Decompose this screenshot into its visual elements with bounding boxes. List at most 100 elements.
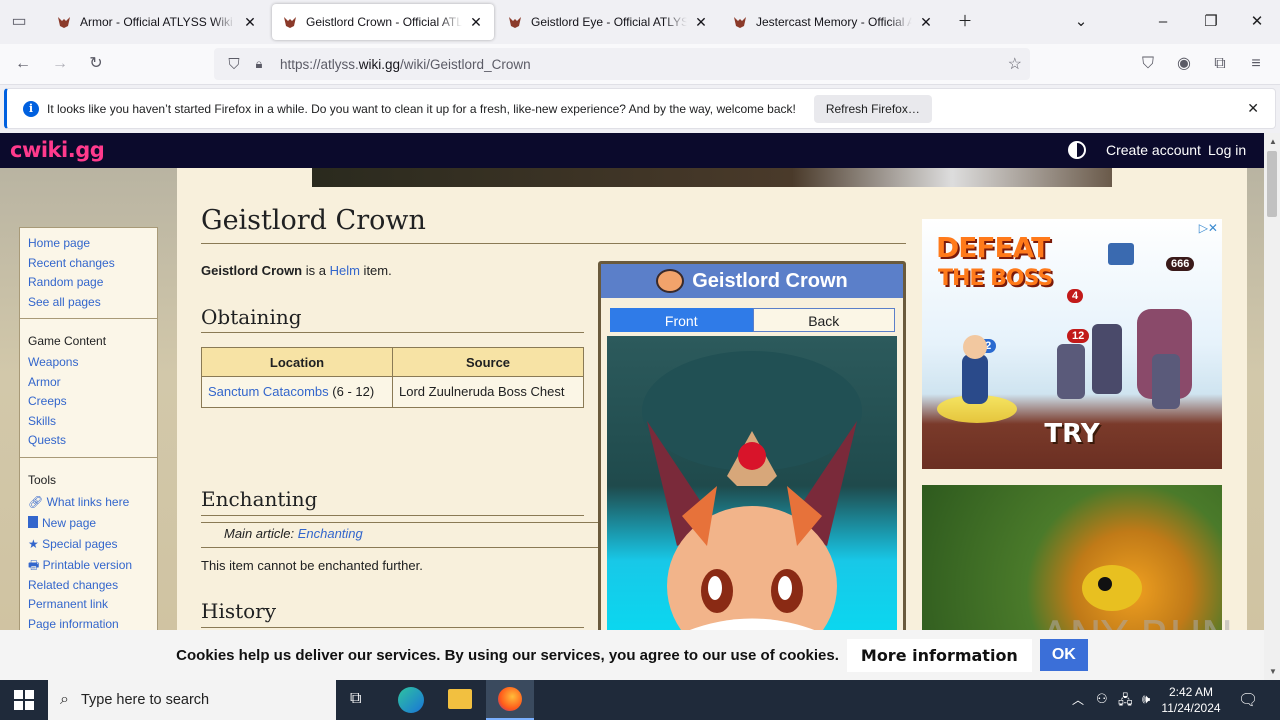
close-tab-icon[interactable]: ✕ (918, 14, 934, 31)
windows-start-icon[interactable] (14, 690, 34, 710)
sidebar-item-random-page[interactable]: Random page (28, 273, 149, 293)
atlyss-favicon-icon (56, 14, 72, 30)
sidebar-item-quests[interactable]: Quests (28, 431, 149, 451)
tab-list-icon[interactable]: ▭ (8, 11, 30, 33)
extensions-icon[interactable]: ⧉ (1209, 53, 1231, 75)
address-bar[interactable]: ⛉ 🔒︎ https://atlyss.wiki.gg/wiki/Geistlo… (214, 48, 1030, 80)
close-tab-icon[interactable]: ✕ (468, 14, 484, 31)
network-icon[interactable]: 🖧︎ (1118, 691, 1133, 713)
pocket-icon[interactable]: ⛉ (1137, 53, 1159, 75)
close-notification-icon[interactable]: ✕ (1247, 100, 1259, 117)
lock-icon[interactable]: 🔒︎ (248, 56, 270, 72)
tab-jestercast-memory[interactable]: Jestercast Memory - Official ATLYSS Wiki… (722, 4, 944, 40)
back-icon[interactable]: ← (12, 53, 34, 75)
sidebar-item-weapons[interactable]: Weapons (28, 353, 149, 373)
sidebar-tools: Tools 🔗︎ What links here New page ★ Spec… (20, 458, 157, 641)
file-explorer-icon[interactable] (448, 689, 472, 709)
table-header: Source (392, 347, 584, 377)
hero-wars-logo (1108, 243, 1134, 265)
shield-icon[interactable]: ⛉ (220, 56, 248, 73)
minimize-icon[interactable]: – (1148, 8, 1178, 36)
ad-headline: DEFEAT (936, 231, 1050, 264)
firefox-icon (498, 687, 522, 711)
sidebar-item-creeps[interactable]: Creeps (28, 392, 149, 412)
reload-icon[interactable]: ↻ (85, 53, 107, 75)
chevron-up-icon[interactable]: ︿ (1072, 691, 1084, 708)
infobox-title: Geistlord Crown (692, 269, 848, 292)
close-window-icon[interactable]: ✕ (1242, 8, 1272, 36)
sidebar-item-what-links-here[interactable]: 🔗︎ What links here (28, 492, 149, 513)
chevron-down-icon[interactable]: ⌄ (1066, 8, 1096, 36)
restore-icon[interactable]: ❐ (1196, 8, 1226, 36)
sidebar-item-all-pages[interactable]: See all pages (28, 293, 149, 313)
login-link[interactable]: Log in (1208, 142, 1246, 158)
enchanting-link[interactable]: Enchanting (298, 526, 363, 541)
sidebar-item-skills[interactable]: Skills (28, 412, 149, 432)
sidebar-item-armor[interactable]: Armor (28, 373, 149, 393)
more-information-button[interactable]: More information (846, 638, 1032, 672)
table-header: Location (201, 347, 393, 377)
wikigg-logo-icon: ᴄ (10, 138, 22, 162)
cookie-banner: Cookies help us deliver our services. By… (0, 630, 1264, 680)
close-tab-icon[interactable]: ✕ (242, 14, 258, 31)
sanctum-catacombs-link[interactable]: Sanctum Catacombs (208, 384, 329, 399)
bookmark-star-icon[interactable]: ☆ (1008, 54, 1022, 74)
advertisement-banner[interactable]: DEFEAT THE BOSS 666 4 12 4 22 TRY ▷✕ (922, 219, 1222, 469)
refresh-firefox-button[interactable]: Refresh Firefox… (813, 94, 932, 123)
tab-geistlord-eye[interactable]: Geistlord Eye - Official ATLYSS Wiki ✕ (497, 4, 719, 40)
page-scrollbar[interactable]: ▲ ▼ (1264, 133, 1280, 680)
wiki-header: ᴄwiki.gg Create account Log in (0, 133, 1264, 168)
navigation-toolbar: ← → ↻ ⛉ 🔒︎ https://atlyss.wiki.gg/wiki/G… (0, 44, 1280, 85)
table-cell: Lord Zuulneruda Boss Chest (392, 376, 584, 408)
url-text: https://atlyss.wiki.gg/wiki/Geistlord_Cr… (280, 56, 531, 72)
tab-back[interactable]: Back (752, 308, 895, 332)
create-account-link[interactable]: Create account (1106, 142, 1201, 158)
scroll-up-icon[interactable]: ▲ (1269, 137, 1277, 146)
scroll-down-icon[interactable]: ▼ (1269, 667, 1277, 676)
helm-link[interactable]: Helm (330, 263, 360, 278)
sidebar-game-content: Game Content Weapons Armor Creeps Skills… (20, 319, 157, 458)
notification-bar: i It looks like you haven’t started Fire… (4, 88, 1276, 129)
web-page: ᴄwiki.gg Create account Log in Home page… (0, 133, 1264, 680)
firefox-taskbar-button[interactable] (486, 680, 534, 720)
title-divider (201, 243, 906, 244)
security-tray-icon[interactable]: ⚇ (1096, 691, 1108, 707)
taskbar-search-box[interactable]: ⌕ Type here to search (48, 680, 336, 720)
wikigg-logo[interactable]: ᴄwiki.gg (10, 138, 105, 162)
notifications-icon[interactable]: 🗨︎ (1238, 690, 1258, 710)
forward-icon[interactable]: → (49, 53, 71, 75)
sidebar-item-home[interactable]: Home page (28, 234, 149, 254)
theme-toggle-icon[interactable] (1068, 141, 1086, 159)
obtaining-table: Location Source Sanctum Catacombs (6 - 12… (201, 347, 584, 408)
menu-icon[interactable]: ≡ (1245, 53, 1267, 75)
new-tab-icon[interactable]: ＋ (950, 8, 980, 36)
close-tab-icon[interactable]: ✕ (693, 14, 709, 31)
cookie-ok-button[interactable]: OK (1039, 639, 1088, 671)
task-view-icon[interactable]: ⧉ (350, 690, 361, 708)
clock[interactable]: 2:42 AM 11/24/2024 (1160, 684, 1222, 716)
scrollbar-thumb[interactable] (1267, 151, 1277, 217)
volume-icon[interactable]: 🕪︎ (1142, 691, 1150, 707)
search-placeholder: Type here to search (80, 692, 210, 708)
tab-front[interactable]: Front (610, 308, 753, 332)
geistlord-crown-icon (656, 269, 685, 293)
ad-try-button[interactable]: TRY (922, 419, 1222, 449)
ad-battle-scene (937, 309, 1192, 423)
page-icon (28, 515, 38, 528)
sidebar-heading: Tools (28, 472, 57, 487)
sidebar-item-permanent-link[interactable]: Permanent link (28, 595, 149, 615)
hatnote: Main article: Enchanting (201, 522, 598, 548)
edge-icon[interactable] (398, 687, 424, 713)
sidebar-item-new-page[interactable]: New page (28, 513, 149, 534)
sidebar-item-recent-changes[interactable]: Recent changes (28, 254, 149, 274)
tab-armor[interactable]: Armor - Official ATLYSS Wiki ✕ (46, 4, 268, 40)
account-icon[interactable]: ◉ (1173, 53, 1195, 75)
ad-choices-icon[interactable]: ▷✕ (1199, 221, 1218, 235)
ad-level-badge: 666 (1166, 257, 1195, 271)
tab-strip: ▭ Armor - Official ATLYSS Wiki ✕ Geistlo… (0, 0, 1280, 44)
ad-creature-eye (1098, 577, 1112, 591)
sidebar-item-special-pages[interactable]: ★ Special pages (28, 534, 149, 555)
sidebar-item-printable[interactable]: 🖶︎ Printable version (28, 555, 149, 576)
sidebar-item-related-changes[interactable]: Related changes (28, 576, 149, 596)
tab-geistlord-crown[interactable]: Geistlord Crown - Official ATLYSS Wiki ✕ (272, 4, 494, 40)
